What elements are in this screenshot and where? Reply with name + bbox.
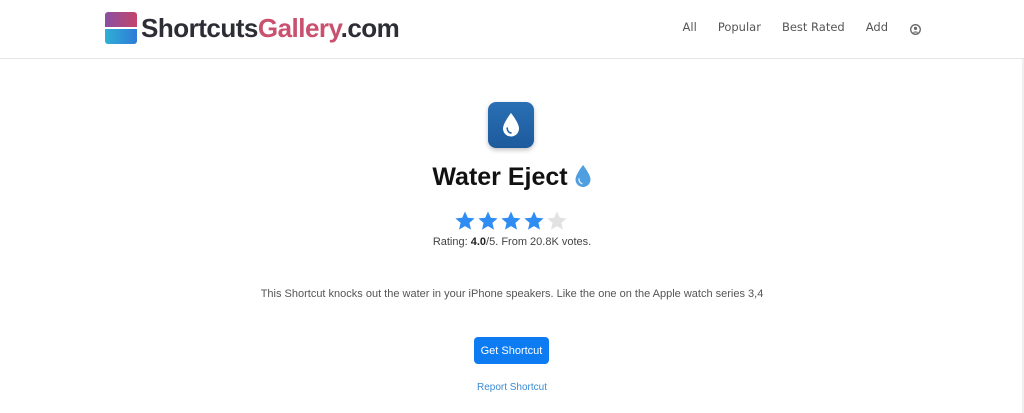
logo-text: ShortcutsGallery.com — [141, 12, 400, 43]
nav-best-rated[interactable]: Best Rated — [782, 20, 845, 34]
nav-links: All Popular Best Rated Add — [662, 20, 921, 35]
page-title: Water Eject — [0, 163, 1024, 195]
nav-add[interactable]: Add — [866, 20, 888, 34]
navbar: ShortcutsGallery.com All Popular Best Ra… — [0, 0, 1024, 59]
shortcut-app-icon — [488, 102, 534, 148]
get-shortcut-button[interactable]: Get Shortcut — [474, 337, 549, 364]
report-shortcut-link[interactable]: Report Shortcut — [0, 382, 1024, 393]
logo-mark-icon — [105, 12, 137, 44]
star-filled-icon[interactable] — [500, 210, 522, 232]
star-filled-icon[interactable] — [523, 210, 545, 232]
shortcut-description: This Shortcut knocks out the water in yo… — [260, 288, 764, 300]
rating-text: Rating: 4.0/5. From 20.8K votes. — [432, 236, 592, 248]
star-empty-icon[interactable] — [546, 210, 568, 232]
user-circle-icon[interactable] — [910, 22, 921, 35]
water-drop-icon — [503, 113, 519, 137]
site-logo[interactable]: ShortcutsGallery.com — [105, 12, 400, 44]
star-filled-icon[interactable] — [477, 210, 499, 232]
star-filled-icon[interactable] — [454, 210, 476, 232]
shortcut-title: Water Eject — [432, 163, 568, 191]
droplet-emoji-icon — [574, 164, 592, 195]
nav-all[interactable]: All — [683, 20, 697, 34]
nav-popular[interactable]: Popular — [718, 20, 761, 34]
rating-stars[interactable] — [454, 210, 569, 232]
